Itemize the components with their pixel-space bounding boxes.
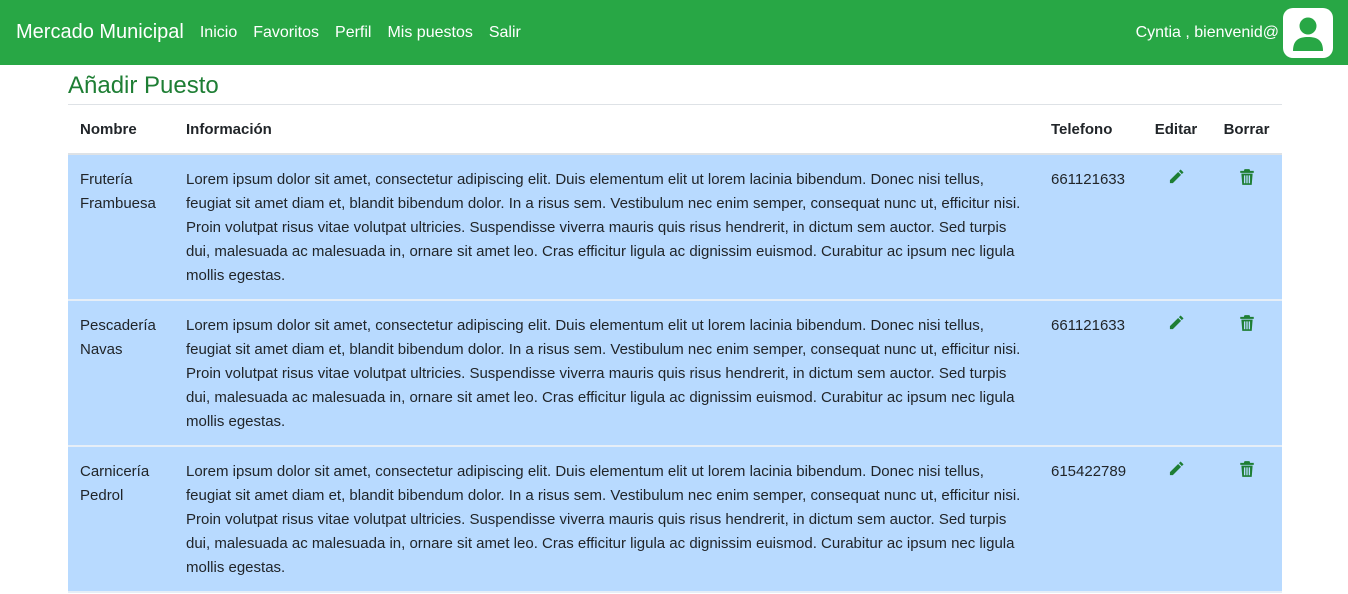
cell-borrar [1211, 300, 1282, 446]
welcome-text: Cyntia , bienvenid@ [1135, 23, 1279, 41]
user-area: Cyntia , bienvenid@ [1135, 7, 1333, 58]
avatar[interactable] [1283, 7, 1333, 58]
delete-button[interactable] [1237, 460, 1257, 480]
stalls-table: Nombre Información Telefono Editar Borra… [68, 105, 1282, 593]
header-editar: Editar [1141, 105, 1211, 155]
header-nombre: Nombre [68, 105, 174, 155]
main-content: Añadir Puesto Nombre Información Telefon… [68, 65, 1282, 593]
pencil-icon [1169, 461, 1184, 476]
cell-borrar [1211, 446, 1282, 592]
delete-button[interactable] [1237, 168, 1257, 188]
nav-link-perfil[interactable]: Perfil [335, 24, 371, 42]
navbar: Mercado Municipal Inicio Favoritos Perfi… [0, 0, 1348, 65]
user-icon [1293, 17, 1323, 51]
trash-icon [1239, 315, 1254, 331]
table-header-row: Nombre Información Telefono Editar Borra… [68, 105, 1282, 155]
brand-link[interactable]: Mercado Municipal [16, 21, 184, 44]
cell-telefono: 615422789 [1051, 463, 1127, 480]
nav-link-mis-puestos[interactable]: Mis puestos [387, 24, 472, 42]
pencil-icon [1169, 169, 1184, 184]
trash-icon [1239, 461, 1254, 477]
edit-button[interactable] [1166, 168, 1186, 188]
cell-telefono: 661121633 [1051, 171, 1125, 188]
cell-editar [1141, 300, 1211, 446]
cell-informacion: Lorem ipsum dolor sit amet, consectetur … [186, 317, 1021, 430]
trash-icon [1239, 169, 1254, 185]
cell-informacion: Lorem ipsum dolor sit amet, consectetur … [186, 463, 1021, 576]
cell-editar [1141, 446, 1211, 592]
page-title: Añadir Puesto [68, 65, 1282, 105]
delete-button[interactable] [1237, 314, 1257, 334]
cell-informacion: Lorem ipsum dolor sit amet, consectetur … [186, 171, 1021, 284]
cell-telefono: 661121633 [1051, 317, 1125, 334]
cell-nombre: Frutería Frambuesa [80, 171, 156, 212]
header-borrar: Borrar [1211, 105, 1282, 155]
nav-link-favoritos[interactable]: Favoritos [253, 24, 319, 42]
nav-link-salir[interactable]: Salir [489, 24, 521, 42]
table-row: Frutería Frambuesa Lorem ipsum dolor sit… [68, 154, 1282, 300]
cell-nombre: Pescadería Navas [80, 317, 156, 358]
header-informacion: Información [174, 105, 1039, 155]
edit-button[interactable] [1166, 460, 1186, 480]
cell-borrar [1211, 154, 1282, 300]
table-row: Carnicería Pedrol Lorem ipsum dolor sit … [68, 446, 1282, 592]
cell-nombre: Carnicería Pedrol [80, 463, 150, 504]
edit-button[interactable] [1166, 314, 1186, 334]
header-telefono: Telefono [1039, 105, 1141, 155]
pencil-icon [1169, 315, 1184, 330]
cell-editar [1141, 154, 1211, 300]
nav-link-inicio[interactable]: Inicio [200, 24, 237, 42]
table-row: Pescadería Navas Lorem ipsum dolor sit a… [68, 300, 1282, 446]
